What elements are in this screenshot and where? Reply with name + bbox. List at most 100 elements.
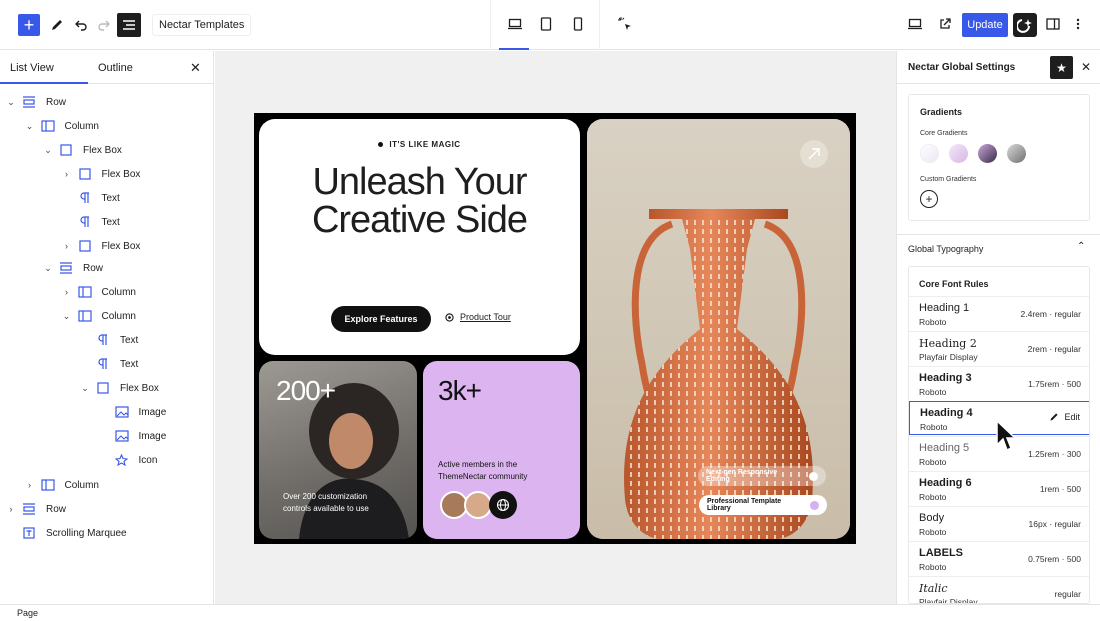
- core-font-rules-title: Core Font Rules: [919, 279, 989, 289]
- tree-item-row[interactable]: ⌄ Row: [43, 259, 103, 277]
- tablet-preview-button[interactable]: [536, 14, 556, 34]
- font-rule-row[interactable]: Heading 2 Playfair Display 2rem · regular: [909, 331, 1089, 365]
- gradient-swatch[interactable]: [1007, 144, 1026, 163]
- tree-item-flexbox[interactable]: › Flex Box: [62, 237, 140, 255]
- tree-item-star[interactable]: Icon: [99, 451, 157, 469]
- view-button[interactable]: [905, 14, 925, 34]
- redo-icon: [98, 20, 110, 31]
- close-icon[interactable]: ✕: [1081, 60, 1091, 74]
- row-icon: [22, 503, 36, 515]
- tree-item-flexbox[interactable]: ⌄ Flex Box: [43, 141, 122, 159]
- tree-item-paragraph[interactable]: Text: [62, 213, 120, 231]
- update-button[interactable]: Update: [962, 13, 1008, 37]
- tree-item-paragraph[interactable]: Text: [80, 331, 138, 349]
- font-rule-meta: 16px · regular: [1029, 519, 1081, 529]
- hero-heading[interactable]: Unleash Your Creative Side: [259, 163, 580, 239]
- redo-button[interactable]: [93, 14, 115, 36]
- gradient-swatch[interactable]: [978, 144, 997, 163]
- font-rule-name: Heading 1: [919, 302, 970, 314]
- stat-card-members[interactable]: 3k+ Active members in the ThemeNectar co…: [423, 361, 580, 539]
- column-icon: [40, 120, 55, 132]
- chevron-right-icon[interactable]: ›: [6, 504, 16, 514]
- chevron-down-icon[interactable]: ⌄: [43, 145, 53, 156]
- product-tour-link[interactable]: Product Tour: [445, 312, 511, 322]
- tree-item-label: Flex Box: [101, 168, 141, 180]
- font-rule-family: Roboto: [919, 562, 947, 572]
- flexbox-icon: [78, 168, 92, 180]
- preview-external-button[interactable]: [935, 14, 955, 34]
- separator-dot: ·: [1059, 484, 1067, 494]
- breadcrumb[interactable]: Page: [17, 608, 38, 618]
- hero-card[interactable]: IT'S LIKE MAGIC Unleash Your Creative Si…: [259, 119, 580, 355]
- add-block-button[interactable]: +: [18, 14, 40, 36]
- feature-chip-templates[interactable]: Professional Template Library: [699, 495, 827, 515]
- undo-button[interactable]: [70, 14, 92, 36]
- chevron-down-icon[interactable]: ⌄: [25, 121, 35, 132]
- options-button[interactable]: [1070, 14, 1086, 34]
- settings-sidebar-button[interactable]: [1043, 14, 1063, 34]
- chevron-right-icon[interactable]: ›: [25, 480, 35, 490]
- tree-item-label: Row: [83, 262, 104, 274]
- pencil-icon: [52, 20, 62, 30]
- tree-item-image[interactable]: Image: [99, 427, 166, 445]
- star-icon[interactable]: ★: [1050, 56, 1073, 79]
- tree-item-column[interactable]: ⌄ Column: [62, 307, 136, 325]
- bullet-icon: [378, 142, 384, 148]
- desktop-preview-button[interactable]: [505, 14, 525, 34]
- tools-button[interactable]: [46, 14, 68, 36]
- chevron-down-icon[interactable]: ⌄: [6, 97, 16, 108]
- tree-item-column[interactable]: › Column: [25, 476, 99, 494]
- eyebrow-label: IT'S LIKE MAGIC: [389, 140, 461, 149]
- font-rule-name: Italic: [919, 582, 948, 595]
- mobile-preview-button[interactable]: [568, 14, 588, 34]
- stat-caption-members: Active members in the ThemeNectar commun…: [438, 460, 528, 481]
- nectar-settings-button[interactable]: [1013, 13, 1037, 37]
- tree-item-column[interactable]: › Column: [62, 283, 136, 301]
- list-view-button[interactable]: [117, 13, 141, 37]
- edit-label: Edit: [1064, 412, 1080, 422]
- tree-item-label: Text: [120, 334, 139, 346]
- close-icon[interactable]: ✕: [190, 60, 201, 76]
- font-rule-row[interactable]: Heading 1 Roboto 2.4rem · regular: [909, 296, 1089, 330]
- chevron-down-icon[interactable]: ⌄: [43, 263, 53, 274]
- stat-card-customization[interactable]: 200+ Over 200 customization controls ava…: [259, 361, 417, 539]
- edit-button[interactable]: Edit: [1049, 412, 1080, 422]
- font-rule-row[interactable]: Heading 6 Roboto 1rem · 500: [909, 471, 1089, 505]
- document-title[interactable]: Nectar Templates: [152, 14, 252, 36]
- gradient-swatch[interactable]: [920, 144, 939, 163]
- select-tool-button[interactable]: [615, 14, 635, 34]
- tab-list-view[interactable]: List View: [10, 62, 54, 74]
- font-rule-row[interactable]: Italic Playfair Display regular: [909, 576, 1089, 603]
- font-rule-row[interactable]: Body Roboto 16px · regular: [909, 506, 1089, 540]
- font-rule-row[interactable]: LABELS Roboto 0.75rem · 500: [909, 541, 1089, 575]
- active-device-indicator: [499, 48, 529, 50]
- feature-chip-responsive[interactable]: Next-gen Responsive Editing: [698, 466, 826, 486]
- separator-dot: ·: [1059, 554, 1067, 564]
- chevron-right-icon[interactable]: ›: [62, 241, 72, 251]
- global-typography-toggle[interactable]: Global Typography ⌃: [897, 234, 1100, 262]
- tree-item-paragraph[interactable]: Text: [62, 189, 120, 207]
- chevron-down-icon[interactable]: ⌄: [62, 311, 72, 322]
- tree-item-paragraph[interactable]: Text: [80, 355, 138, 373]
- tree-item-row[interactable]: › Row: [6, 500, 66, 518]
- tree-item-image[interactable]: Image: [99, 403, 166, 421]
- add-gradient-button[interactable]: +: [920, 190, 938, 208]
- chevron-right-icon[interactable]: ›: [62, 169, 72, 179]
- gradient-swatch[interactable]: [949, 144, 968, 163]
- tab-outline[interactable]: Outline: [98, 62, 133, 74]
- mobile-icon: [573, 17, 583, 31]
- chevron-down-icon[interactable]: ⌄: [80, 383, 90, 394]
- tree-item-flexbox[interactable]: ⌄ Flex Box: [80, 379, 159, 397]
- tree-item-column[interactable]: ⌄ Column: [25, 117, 99, 135]
- explore-features-button[interactable]: Explore Features: [331, 306, 431, 332]
- font-rule-family: Roboto: [920, 422, 948, 432]
- font-rule-family: Roboto: [919, 527, 947, 537]
- font-rule-size: 16px: [1028, 519, 1047, 529]
- tree-item-marquee[interactable]: Scrolling Marquee: [6, 524, 127, 542]
- tree-item-row[interactable]: ⌄ Row: [6, 93, 66, 111]
- tree-item-label: Column: [64, 120, 99, 132]
- tree-item-flexbox[interactable]: › Flex Box: [62, 165, 141, 183]
- column-icon: [40, 479, 55, 491]
- chevron-right-icon[interactable]: ›: [62, 287, 72, 297]
- font-rule-row[interactable]: Heading 3 Roboto 1.75rem · 500: [909, 366, 1089, 400]
